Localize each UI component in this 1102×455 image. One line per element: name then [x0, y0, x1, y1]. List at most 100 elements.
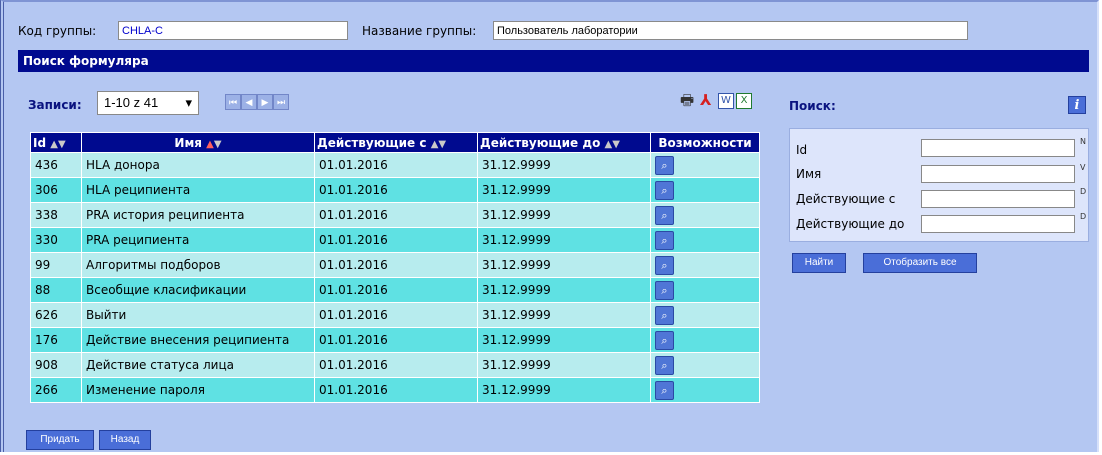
group-code-field[interactable]: CHLA-C [118, 21, 348, 40]
table-cell-id: 436 [30, 152, 82, 178]
table-cell-to: 31.12.9999 [477, 227, 651, 253]
table-cell-from: 01.01.2016 [314, 277, 478, 303]
prev-page-icon[interactable]: ◀ [241, 94, 257, 110]
table-row[interactable]: 176 Действие внесения реципиента 01.01.201… [30, 327, 760, 353]
table-cell-from: 01.01.2016 [314, 377, 478, 403]
table-row[interactable]: 88 Всеобщие класификации 01.01.2016 31.12.9… [30, 277, 760, 303]
table-cell-id: 330 [30, 227, 82, 253]
table-cell-name: Выйти [81, 302, 315, 328]
table-cell-from: 01.01.2016 [314, 327, 478, 353]
records-select[interactable]: 1-10 z 41 ▾ [97, 91, 199, 115]
table-cell-from: 01.01.2016 [314, 252, 478, 278]
magnifier-icon[interactable]: ⌕ [655, 280, 674, 300]
table-cell-actions: ⌕ [650, 227, 760, 253]
table-cell-id: 99 [30, 252, 82, 278]
last-page-icon[interactable]: ⏭ [273, 94, 289, 110]
table-cell-to: 31.12.9999 [477, 177, 651, 203]
magnifier-icon[interactable]: ⌕ [655, 230, 674, 250]
group-code-label: Код группы: [18, 24, 97, 38]
table-row[interactable]: 330 PRA реципиента 01.01.2016 31.12.9999 ⌕ [30, 227, 760, 253]
magnifier-icon[interactable]: ⌕ [655, 355, 674, 375]
magnifier-icon[interactable]: ⌕ [655, 155, 674, 175]
magnifier-icon[interactable]: ⌕ [655, 180, 674, 200]
next-page-icon[interactable]: ▶ [257, 94, 273, 110]
table-row[interactable]: 338 PRA история реципиента 01.01.2016 31.12… [30, 202, 760, 228]
table-cell-actions: ⌕ [650, 152, 760, 178]
table-cell-actions: ⌕ [650, 377, 760, 403]
magnifier-icon[interactable]: ⌕ [655, 305, 674, 325]
column-header-name[interactable]: Имя ▲▼ [81, 132, 315, 153]
table-cell-id: 626 [30, 302, 82, 328]
sort-icon[interactable]: ▲▼ [206, 139, 221, 150]
excel-icon[interactable]: X [736, 93, 752, 109]
table-cell-to: 31.12.9999 [477, 352, 651, 378]
table-cell-name: Всеобщие класификации [81, 277, 315, 303]
column-header-label: Действующие с [317, 135, 427, 150]
search-label-valid-from: Действующие с [796, 192, 896, 206]
table-cell-to: 31.12.9999 [477, 327, 651, 353]
section-header: Поиск формуляра [18, 50, 1089, 72]
find-button[interactable]: Найти [792, 253, 846, 273]
table-cell-name: HLA донора [81, 152, 315, 178]
magnifier-icon[interactable]: ⌕ [655, 380, 674, 400]
table-cell-actions: ⌕ [650, 277, 760, 303]
table-cell-id: 306 [30, 177, 82, 203]
search-type-name: V [1080, 163, 1086, 172]
table-cell-actions: ⌕ [650, 327, 760, 353]
table-cell-id: 338 [30, 202, 82, 228]
print-icon[interactable]: 🖶 [680, 92, 694, 108]
table-row[interactable]: 99 Алгоритмы подборов 01.01.2016 31.12.9999… [30, 252, 760, 278]
table-cell-from: 01.01.2016 [314, 177, 478, 203]
table-cell-name: Алгоритмы подборов [81, 252, 315, 278]
table-cell-to: 31.12.9999 [477, 377, 651, 403]
search-input-id[interactable] [921, 139, 1075, 157]
info-icon[interactable]: i [1068, 96, 1086, 114]
search-input-valid-from[interactable] [921, 190, 1075, 208]
column-header-actions: Возможности [650, 132, 760, 153]
chevron-down-icon: ▾ [185, 95, 192, 110]
table-row[interactable]: 436 HLA донора 01.01.2016 31.12.9999 ⌕ [30, 152, 760, 178]
table-cell-actions: ⌕ [650, 177, 760, 203]
column-header-label: Имя [174, 135, 202, 150]
pdf-icon[interactable]: ⅄ [700, 92, 711, 108]
magnifier-icon[interactable]: ⌕ [655, 330, 674, 350]
column-header-label: Действующие до [480, 135, 601, 150]
sort-icon[interactable]: ▲▼ [431, 139, 446, 150]
group-name-field[interactable]: Пользователь лаборатории [493, 21, 968, 40]
table-cell-name: Действие статуса лица [81, 352, 315, 378]
word-icon[interactable]: W [718, 93, 734, 109]
search-title: Поиск: [789, 99, 836, 113]
search-input-name[interactable] [921, 165, 1075, 183]
column-header-valid-to[interactable]: Действующие до ▲▼ [477, 132, 651, 153]
table-row[interactable]: 266 Изменение пароля 01.01.2016 31.12.9999 ⌕ [30, 377, 760, 403]
column-header-label: Id [33, 135, 47, 150]
sort-icon[interactable]: ▲▼ [50, 139, 65, 150]
first-page-icon[interactable]: ⏮ [225, 94, 241, 110]
search-label-id: Id [796, 143, 808, 157]
table-row[interactable]: 908 Действие статуса лица 01.01.2016 31.12.… [30, 352, 760, 378]
table-cell-name: Изменение пароля [81, 377, 315, 403]
table-cell-from: 01.01.2016 [314, 152, 478, 178]
column-header-valid-from[interactable]: Действующие с ▲▼ [314, 132, 478, 153]
search-input-valid-to[interactable] [921, 215, 1075, 233]
back-button[interactable]: Назад [99, 430, 151, 450]
records-label: Записи: [28, 98, 82, 112]
table-row[interactable]: 626 Выйти 01.01.2016 31.12.9999 ⌕ [30, 302, 760, 328]
add-button[interactable]: Придать [26, 430, 94, 450]
magnifier-icon[interactable]: ⌕ [655, 255, 674, 275]
table-cell-to: 31.12.9999 [477, 302, 651, 328]
records-select-value: 1-10 z 41 [104, 95, 159, 110]
table-cell-id: 908 [30, 352, 82, 378]
table-cell-actions: ⌕ [650, 202, 760, 228]
show-all-button[interactable]: Отобразить все [863, 253, 977, 273]
column-header-id[interactable]: Id ▲▼ [30, 132, 82, 153]
search-label-name: Имя [796, 167, 822, 181]
magnifier-icon[interactable]: ⌕ [655, 205, 674, 225]
search-panel: Id N Имя V Действующие с D Действующие д… [789, 128, 1089, 242]
table-row[interactable]: 306 HLA реципиента 01.01.2016 31.12.9999 ⌕ [30, 177, 760, 203]
table-cell-to: 31.12.9999 [477, 152, 651, 178]
table-cell-name: PRA история реципиента [81, 202, 315, 228]
sort-icon[interactable]: ▲▼ [605, 139, 620, 150]
main-frame: Код группы: CHLA-C Название группы: Поль… [0, 0, 1099, 452]
table-cell-from: 01.01.2016 [314, 302, 478, 328]
